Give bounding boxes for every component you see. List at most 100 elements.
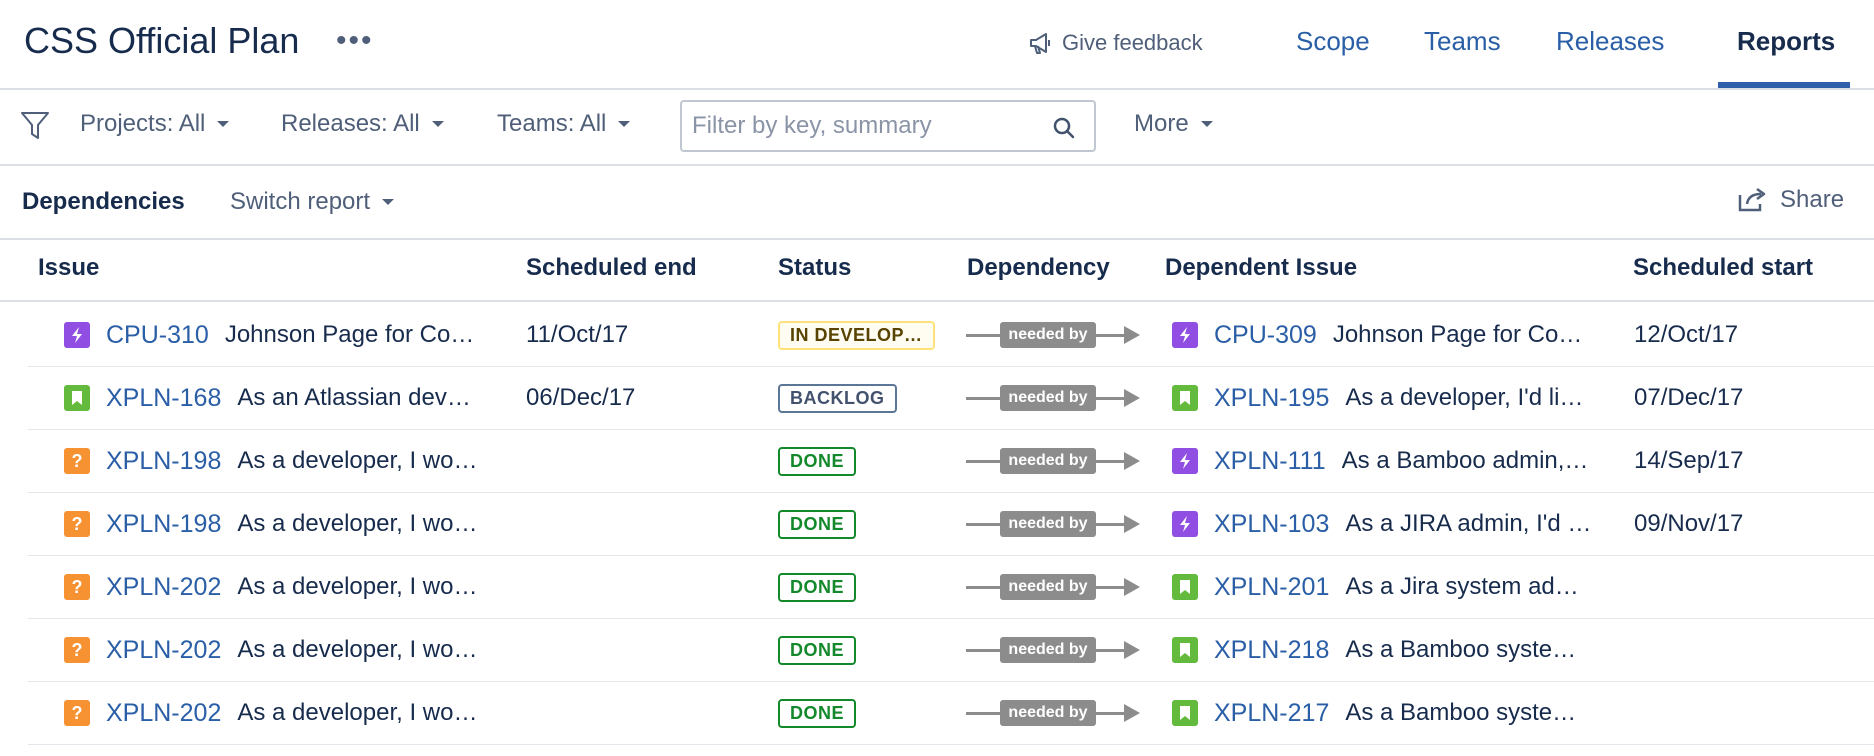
share-button[interactable]: Share — [1738, 186, 1844, 214]
issue-cell: XPLN-168 As an Atlassian dev… — [64, 367, 524, 429]
issue-key-link[interactable]: XPLN-168 — [106, 384, 221, 413]
dependent-issue-key-link[interactable]: XPLN-103 — [1214, 510, 1329, 539]
report-bar: Dependencies Switch report Share — [0, 166, 1874, 240]
issue-key-link[interactable]: CPU-310 — [106, 321, 209, 350]
chevron-down-icon — [217, 121, 230, 127]
issue-key-link[interactable]: XPLN-202 — [106, 699, 221, 728]
arrow-head-icon — [1124, 641, 1140, 659]
question-icon: ? — [64, 448, 90, 474]
dependent-issue-summary: As a Bamboo syste… — [1345, 699, 1577, 726]
issue-summary: As a developer, I wo… — [237, 447, 478, 474]
more-filters-dropdown[interactable]: More — [1134, 110, 1213, 138]
scheduled-start-cell: 14/Sep/17 — [1634, 430, 1864, 492]
more-actions-button[interactable]: ••• — [336, 24, 374, 58]
dependent-issue-summary: As a Bamboo syste… — [1345, 636, 1577, 663]
dependent-issue-key-link[interactable]: XPLN-111 — [1214, 447, 1326, 476]
page-title: CSS Official Plan — [24, 20, 300, 61]
report-title: Dependencies — [22, 188, 185, 215]
teams-filter-dropdown[interactable]: Teams: All — [497, 110, 631, 138]
dependent-issue-summary: As a JIRA admin, I'd … — [1345, 510, 1592, 537]
column-header-scheduled-start[interactable]: Scheduled start — [1633, 254, 1813, 282]
table-row[interactable]: ? XPLN-198 As a developer, I wo… DONE ne… — [28, 493, 1874, 556]
table-row[interactable]: ? XPLN-202 As a developer, I wo… DONE ne… — [28, 556, 1874, 619]
dependent-issue-key-link[interactable]: XPLN-217 — [1214, 699, 1329, 728]
needed-by-arrow: needed by — [966, 574, 1146, 600]
active-tab-indicator — [1718, 82, 1850, 88]
dependency-cell: needed by — [966, 493, 1166, 555]
chevron-down-icon — [618, 121, 631, 127]
projects-filter-label: Projects: All — [80, 110, 206, 137]
table-row[interactable]: ? XPLN-202 As a developer, I wo… DONE ne… — [28, 682, 1874, 745]
table-row[interactable]: XPLN-168 As an Atlassian dev… 06/Dec/17 … — [28, 367, 1874, 430]
needed-by-arrow: needed by — [966, 700, 1146, 726]
issue-cell: ? XPLN-202 As a developer, I wo… — [64, 682, 524, 744]
plan-header: CSS Official Plan ••• Give feedback Scop… — [0, 0, 1874, 90]
dependency-label: needed by — [1000, 637, 1096, 663]
bookmark-icon — [64, 385, 90, 411]
megaphone-icon — [1030, 33, 1050, 54]
arrow-head-icon — [1124, 326, 1140, 344]
dependent-issue-summary: As a developer, I'd li… — [1345, 384, 1584, 411]
question-icon: ? — [64, 574, 90, 600]
status-badge: DONE — [778, 635, 857, 665]
projects-filter-dropdown[interactable]: Projects: All — [80, 110, 230, 138]
issue-summary: As a developer, I wo… — [237, 510, 478, 537]
column-header-status[interactable]: Status — [778, 254, 851, 282]
tab-teams[interactable]: Teams — [1424, 26, 1501, 57]
column-header-dependency[interactable]: Dependency — [967, 254, 1110, 282]
tab-reports[interactable]: Reports — [1737, 26, 1835, 57]
releases-filter-dropdown[interactable]: Releases: All — [281, 110, 444, 138]
table-row[interactable]: ? XPLN-202 As a developer, I wo… DONE ne… — [28, 619, 1874, 682]
dependency-label: needed by — [1000, 322, 1096, 348]
chevron-down-icon — [1200, 121, 1213, 127]
share-label: Share — [1780, 186, 1845, 213]
scheduled-start-cell — [1634, 619, 1864, 681]
issue-cell: ? XPLN-198 As a developer, I wo… — [64, 493, 524, 555]
switch-report-dropdown[interactable]: Switch report — [230, 188, 395, 216]
table-row[interactable]: CPU-310 Johnson Page for Co… 11/Oct/17 I… — [28, 304, 1874, 367]
lightning-icon — [1172, 448, 1198, 474]
scheduled-end-cell — [526, 493, 756, 555]
search-input[interactable] — [692, 110, 1032, 142]
scheduled-start-cell — [1634, 682, 1864, 744]
tab-releases[interactable]: Releases — [1556, 26, 1664, 57]
bookmark-icon — [1172, 637, 1198, 663]
search-icon[interactable] — [1052, 116, 1076, 140]
scheduled-start-date: 14/Sep/17 — [1634, 447, 1744, 474]
issue-key-link[interactable]: XPLN-198 — [106, 510, 221, 539]
issue-cell: ? XPLN-198 As a developer, I wo… — [64, 430, 524, 492]
issue-key-link[interactable]: XPLN-198 — [106, 447, 221, 476]
column-header-issue[interactable]: Issue — [38, 254, 99, 282]
issue-cell: CPU-310 Johnson Page for Co… — [64, 304, 524, 366]
dependent-issue-key-link[interactable]: XPLN-201 — [1214, 573, 1329, 602]
give-feedback-button[interactable]: Give feedback — [1028, 30, 1203, 56]
status-cell: DONE — [778, 430, 978, 492]
column-header-scheduled-end[interactable]: Scheduled end — [526, 254, 697, 282]
issue-key-link[interactable]: XPLN-202 — [106, 573, 221, 602]
dependent-issue-key-link[interactable]: XPLN-218 — [1214, 636, 1329, 665]
issue-key-link[interactable]: XPLN-202 — [106, 636, 221, 665]
scheduled-end-date: 06/Dec/17 — [526, 384, 636, 411]
tab-scope[interactable]: Scope — [1296, 26, 1370, 57]
lightning-icon — [64, 322, 90, 348]
funnel-icon[interactable] — [20, 110, 50, 147]
chevron-down-icon — [382, 199, 395, 205]
teams-filter-label: Teams: All — [497, 110, 607, 137]
bookmark-icon — [1172, 574, 1198, 600]
table-row[interactable]: ? XPLN-198 As a developer, I wo… DONE ne… — [28, 430, 1874, 493]
scheduled-end-cell: 11/Oct/17 — [526, 304, 756, 366]
dependent-issue-cell: XPLN-218 As a Bamboo syste… — [1172, 619, 1627, 681]
dependent-issue-cell: XPLN-111 As a Bamboo admin,… — [1172, 430, 1627, 492]
needed-by-arrow: needed by — [966, 511, 1146, 537]
column-header-dependent-issue[interactable]: Dependent Issue — [1165, 254, 1357, 282]
dependent-issue-key-link[interactable]: XPLN-195 — [1214, 384, 1329, 413]
scheduled-end-cell: 06/Dec/17 — [526, 367, 756, 429]
scheduled-start-date: 09/Nov/17 — [1634, 510, 1744, 537]
dependent-issue-key-link[interactable]: CPU-309 — [1214, 321, 1317, 350]
status-cell: IN DEVELOP… — [778, 304, 978, 366]
needed-by-arrow: needed by — [966, 322, 1146, 348]
arrow-head-icon — [1124, 578, 1140, 596]
more-filters-label: More — [1134, 110, 1189, 137]
dependent-issue-summary: As a Jira system ad… — [1345, 573, 1579, 600]
scheduled-start-date: 07/Dec/17 — [1634, 384, 1744, 411]
